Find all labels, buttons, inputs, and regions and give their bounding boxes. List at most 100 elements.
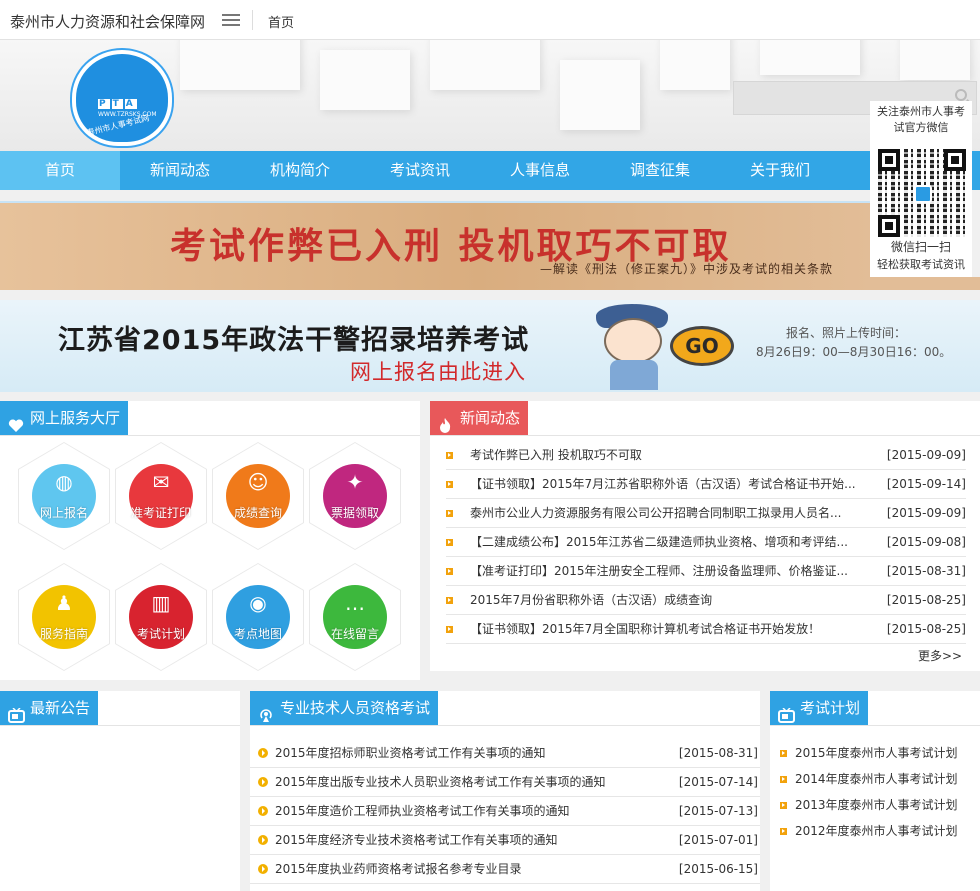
nav-item-survey[interactable]: 调查征集 [600,151,720,190]
arrow-bullet-icon [258,835,268,845]
news-item[interactable]: 【证书领取】2015年7月江苏省职称外语（古汉语）考试合格证书开始... [20… [446,470,966,499]
arrow-bullet-icon [446,539,453,546]
nav-item-about-org[interactable]: 机构简介 [240,151,360,190]
banner-police-exam[interactable]: 江苏省2015年政法干警招录培养考试 网上报名由此进入 GO 报名、照片上传时间… [0,300,980,392]
divider [250,725,760,726]
exam-plan-panel: 考试计划 2015年度泰州市人事考试计划 2014年度泰州市人事考试计划 201… [770,691,980,891]
nav-item-exam-info[interactable]: 考试资讯 [360,151,480,190]
nav-item-news[interactable]: 新闻动态 [120,151,240,190]
background-cube [900,40,970,80]
menu-icon[interactable] [222,14,240,26]
arrow-bullet-icon [780,802,787,809]
ticket-icon: ✉ 准考证打印 [129,464,193,528]
nav-item-about-us[interactable]: 关于我们 [720,151,840,190]
arrow-bullet-icon [258,864,268,874]
panel-title: 最新公告 [30,699,91,717]
service-exam-plan[interactable]: ▥ 考试计划 [115,563,207,671]
flame-icon [438,411,454,433]
panel-tab: 考试计划 [770,691,869,725]
plan-item[interactable]: 2013年度泰州市人事考试计划 [780,792,975,818]
diamond-icon: ✦ 票据领取 [323,464,387,528]
background-cube [430,40,540,90]
wechat-text: 微信扫一扫 [890,240,951,254]
service-receipt[interactable]: ✦ 票据领取 [309,442,401,550]
qr-logo-icon [914,185,932,203]
top-bar: 泰州市人力资源和社会保障网 首页 [0,0,980,40]
site-name[interactable]: 泰州市人力资源和社会保障网 [10,11,205,32]
banner-info: 8月26日9：00—8月30日16：00。 [756,345,952,359]
qr-overlay [878,149,966,237]
search-icon[interactable] [955,89,967,101]
globe-icon: ◉ 考点地图 [226,585,290,649]
qualification-item[interactable]: 2015年度造价工程师执业资格考试工作有关事项的通知 [2015-07-13] [250,797,760,826]
news-item[interactable]: 泰州市公业人力资源服务有限公司公开招聘合同制职工拟录用人员名... [2015-… [446,499,966,528]
service-score-query[interactable]: ☺ 成绩查询 [212,442,304,550]
news-item[interactable]: 【证书领取】2015年7月全国职称计算机考试合格证书开始发放！ [2015-08… [446,615,966,644]
chat-icon: … 在线留言 [323,585,387,649]
banner-edge [870,277,980,290]
site-logo[interactable]: PTA WWW.TZRSKS.COM 泰州市人事考试网 [72,50,172,146]
banner-sub-text: —解读《刑法（修正案九）》中涉及考试的相关条款 [540,262,834,276]
wechat-text: 轻松获取考试资讯 [877,258,965,271]
panel-title: 网上服务大厅 [30,409,121,427]
news-item[interactable]: 【二建成绩公布】2015年江苏省二级建造师执业资格、增项和考评结... [201… [446,528,966,557]
wechat-text: 试官方微信 [893,121,949,134]
panel-title: 考试计划 [800,699,861,717]
logo-letters: PTA [98,99,137,109]
service-guide[interactable]: ♟ 服务指南 [18,563,110,671]
qualification-item[interactable]: 2015年度执业药师资格考试报名参考专业目录 [2015-06-15] [250,855,760,884]
service-message[interactable]: … 在线留言 [309,563,401,671]
arrow-bullet-icon [780,776,787,783]
wechat-qr-panel: 关注泰州市人事考 试官方微信 微信扫一扫 轻松获取考试资讯 [870,101,972,277]
service-admission-ticket[interactable]: ✉ 准考证打印 [115,442,207,550]
nav-item-personnel[interactable]: 人事信息 [480,151,600,190]
arrow-bullet-icon [780,828,787,835]
tv-icon [8,701,25,723]
service-online-registration[interactable]: ◍ 网上报名 [18,442,110,550]
heart-icon [8,411,24,432]
qr-finder [878,149,900,171]
tv-icon [778,701,795,723]
people-icon: ☺ 成绩查询 [226,464,290,528]
plan-item[interactable]: 2015年度泰州市人事考试计划 [780,740,975,766]
background-cube [760,40,860,75]
panel-title: 新闻动态 [460,409,521,427]
arrow-bullet-icon [446,597,453,604]
arrow-bullet-icon [446,452,453,459]
service-panel: 网上服务大厅 ◍ 网上报名 ✉ 准考证打印 ☺ 成绩查询 ✦ 票据领取 ♟ 服务… [0,401,420,680]
arrow-bullet-icon [780,750,787,757]
service-venue-map[interactable]: ◉ 考点地图 [212,563,304,671]
background-cube [660,40,730,90]
nav-item-home[interactable]: 首页 [0,151,120,190]
book-icon: ▥ 考试计划 [129,585,193,649]
panel-title: 专业技术人员资格考试 [280,699,431,717]
news-item[interactable]: 2015年7月份省职称外语（古汉语）成绩查询 [2015-08-25] [446,586,966,615]
qualification-item[interactable]: 2015年度出版专业技术人员职业资格考试工作有关事项的通知 [2015-07-1… [250,768,760,797]
arrow-bullet-icon [446,568,453,575]
plan-item[interactable]: 2014年度泰州市人事考试计划 [780,766,975,792]
panel-tab: 最新公告 [0,691,99,725]
news-panel: 新闻动态 考试作弊已入刑 投机取巧不可取 [2015-09-09] 【证书领取】… [430,401,980,671]
plan-item[interactable]: 2012年度泰州市人事考试计划 [780,818,975,844]
panel-tab: 网上服务大厅 [0,401,129,435]
more-link[interactable]: 更多>> [918,647,962,664]
banner-anti-cheating[interactable]: 考试作弊已入刑 投机取巧不可取 —解读《刑法（修正案九）》中涉及考试的相关条款 [0,201,870,290]
divider [0,725,240,726]
background-cube [560,60,640,130]
banner-enter-link[interactable]: 网上报名由此进入 [350,356,526,386]
banner-title: 江苏省2015年政法干警招录培养考试 [58,325,530,356]
qualification-panel: 专业技术人员资格考试 2015年度招标师职业资格考试工作有关事项的通知 [201… [250,691,760,891]
home-link[interactable]: 首页 [268,12,294,31]
news-item[interactable]: 【准考证打印】2015年注册安全工程师、注册设备监理师、价格鉴证... [201… [446,557,966,586]
background-cube [320,50,410,110]
qualification-item[interactable]: 2015年度经济专业技术资格考试工作有关事项的通知 [2015-07-01] [250,826,760,855]
background-cube [180,40,300,90]
go-sign-icon: GO [670,326,734,366]
arrow-bullet-icon [446,510,453,517]
qualification-item[interactable]: 2015年度招标师职业资格考试工作有关事项的通知 [2015-08-31] [250,739,760,768]
arrow-bullet-icon [446,481,453,488]
notice-panel: 最新公告 [0,691,240,891]
divider [430,435,980,436]
banner-info: 报名、照片上传时间： [786,326,907,340]
news-item[interactable]: 考试作弊已入刑 投机取巧不可取 [2015-09-09] [446,441,966,470]
